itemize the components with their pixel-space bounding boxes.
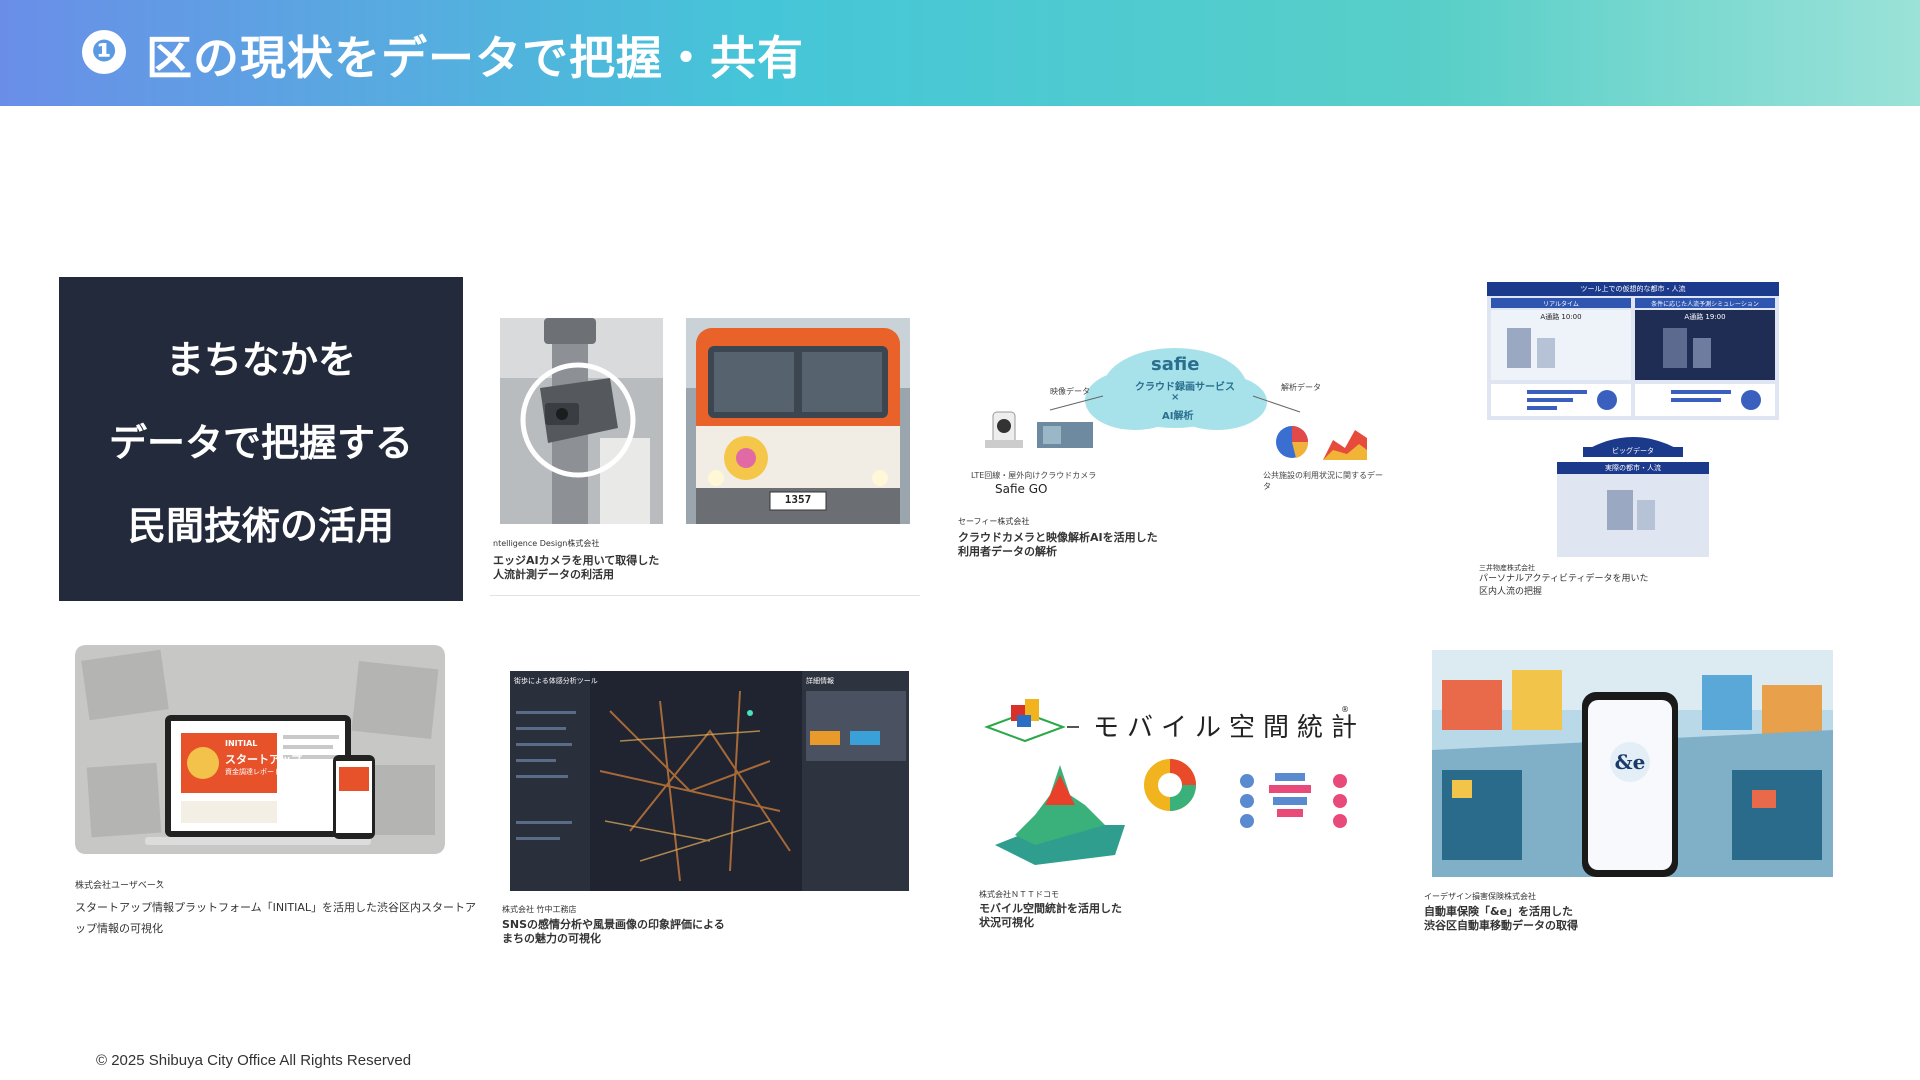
case-card-safie: safie クラウド録画サービス × AI解析 映像データ 解析データ LTE回… (955, 330, 1385, 560)
case-caption-line-1: パーソナルアクティビティデータを用いた (1479, 574, 1649, 584)
screen-title: スタートアップ (225, 753, 302, 766)
case-caption-line-2: 利用者データの解析 (958, 545, 1057, 558)
case-company: 株式会社ＮＴＴドコモ (979, 890, 1059, 899)
diagram-time1: A通路 10:00 (1540, 313, 1582, 321)
case-company: 株式会社ユーザベース (75, 881, 165, 891)
edge-camera-photo (500, 318, 663, 524)
initial-device-mockup: スタートアップ 資金調達レポート INITIAL (75, 645, 445, 854)
lead-line-3: 民間技術の活用 (127, 503, 394, 548)
copyright-footer: © 2025 Shibuya City Office All Rights Re… (96, 1052, 412, 1069)
screen-subtitle: 資金調達レポート (225, 768, 281, 776)
case-company: 株式会社 竹中工務店 (502, 905, 577, 914)
diagram-col1: リアルタイム (1543, 301, 1579, 308)
case-card-mitsui: ツール上での仮想的な都市・人流 リアルタイム 条件に応じた人流予測シミュレーショ… (1475, 280, 1795, 600)
safie-ai: AI解析 (1162, 411, 1194, 422)
lead-line-1: まちなかを (165, 337, 356, 382)
case-caption-line-1: 自動車保険「&e」を活用した (1424, 905, 1574, 918)
safie-diagram: safie クラウド録画サービス × AI解析 映像データ 解析データ LTE回… (955, 330, 1385, 500)
diagram-top-title: ツール上での仮想的な都市・人流 (1580, 285, 1686, 293)
case-card-docomo: モバイル空間統計 ® 株式会社ＮＴＴドコモ モバイル空間統計を活用した 状況可視… (975, 685, 1375, 945)
lead-box: まちなかを データで把握する 民間技術の活用 (59, 277, 463, 601)
case-caption-line-2: 区内人流の把握 (1479, 587, 1543, 597)
case-company: ntelligence Design株式会社 (493, 539, 600, 548)
title-banner: ❶ 区の現状をデータで把握・共有 (0, 0, 1920, 106)
initial-brand: INITIAL (225, 739, 258, 748)
diagram-real-title: 実際の都市・人流 (1605, 464, 1661, 472)
case-company: イーデザイン損害保険株式会社 (1424, 892, 1536, 901)
section-number-badge: ❶ (82, 30, 126, 74)
label-video-data: 映像データ (1050, 387, 1090, 396)
case-caption-line-1: スタートアップ情報プラットフォーム「INITIAL」を活用した渋谷区内スタートア (75, 901, 477, 914)
panel-right-title: 詳細情報 (806, 677, 834, 685)
case-card-intelligence-design: 1357 ntelligence Design株式会社 エッジAIカメラを用いて… (490, 315, 920, 596)
case-caption-line-2: まちの魅力の可視化 (502, 932, 601, 945)
case-caption-line-2: 人流計測データの利活用 (493, 568, 614, 581)
label-analysis-data: 解析データ (1281, 383, 1321, 392)
bus-number-plate: 1357 (784, 493, 812, 506)
safie-cross: × (1171, 392, 1180, 403)
card-divider (490, 595, 920, 596)
case-caption-line-1: クラウドカメラと映像解析AIを活用した (958, 531, 1158, 544)
panel-left-title: 街歩による体感分析ツール (514, 677, 598, 685)
hachiko-bus-photo: 1357 (686, 318, 910, 524)
facility-note: 公共施設の利用状況に関するデータ (1263, 471, 1383, 491)
lead-line-2: データで把握する (108, 420, 413, 465)
diagram-col2: 条件に応じた人流予測シミュレーション (1651, 301, 1759, 308)
case-caption-line-2: 状況可視化 (979, 916, 1034, 929)
page-title: 区の現状をデータで把握・共有 (146, 31, 804, 85)
case-caption-line-2: 渋谷区自動車移動データの取得 (1424, 919, 1578, 932)
case-caption-line-1: SNSの感情分析や風景画像の印象評価による (502, 918, 725, 931)
registered-mark: ® (1341, 705, 1349, 714)
case-card-takenaka: 街歩による体感分析ツール 詳細情報 株式会社 竹中工務店 SNSの感情分析や風景… (500, 668, 920, 948)
camera-name: Safie GO (995, 482, 1048, 496)
diagram-time2: A通路 19:00 (1684, 313, 1726, 321)
andE-city-illustration: &e (1432, 650, 1833, 877)
sns-map-screenshot: 街歩による体感分析ツール 詳細情報 (510, 671, 909, 891)
safie-brand: safie (1151, 354, 1200, 375)
mobile-spatial-statistics-graphic: モバイル空間統計 ® (975, 685, 1375, 885)
diagram-bigdata: ビッグデータ (1612, 447, 1654, 455)
case-card-edesign: &e イーデザイン損害保険株式会社 自動車保険「&e」を活用した 渋谷区自動車移… (1420, 648, 1840, 938)
camera-note: LTE回線・屋外向けクラウドカメラ (971, 471, 1097, 480)
andE-app-name: &e (1614, 750, 1646, 774)
case-company: セーフィー株式会社 (958, 517, 1030, 526)
mitsui-flow-diagram: ツール上での仮想的な都市・人流 リアルタイム 条件に応じた人流予測シミュレーショ… (1487, 282, 1779, 557)
case-caption-line-1: モバイル空間統計を活用した (979, 902, 1122, 915)
safie-service: クラウド録画サービス (1135, 382, 1235, 393)
docomo-product-name: モバイル空間統計 (1093, 713, 1366, 743)
case-caption-line-1: エッジAIカメラを用いて取得した (493, 554, 660, 567)
chevron-right-icon[interactable]: › (157, 877, 161, 888)
case-company: 三井物産株式会社 (1479, 564, 1535, 572)
case-card-uzabase: スタートアップ 資金調達レポート INITIAL 株式会社ユーザベース › スタ… (75, 645, 476, 945)
case-caption-line-2: ップ情報の可視化 (75, 922, 163, 935)
